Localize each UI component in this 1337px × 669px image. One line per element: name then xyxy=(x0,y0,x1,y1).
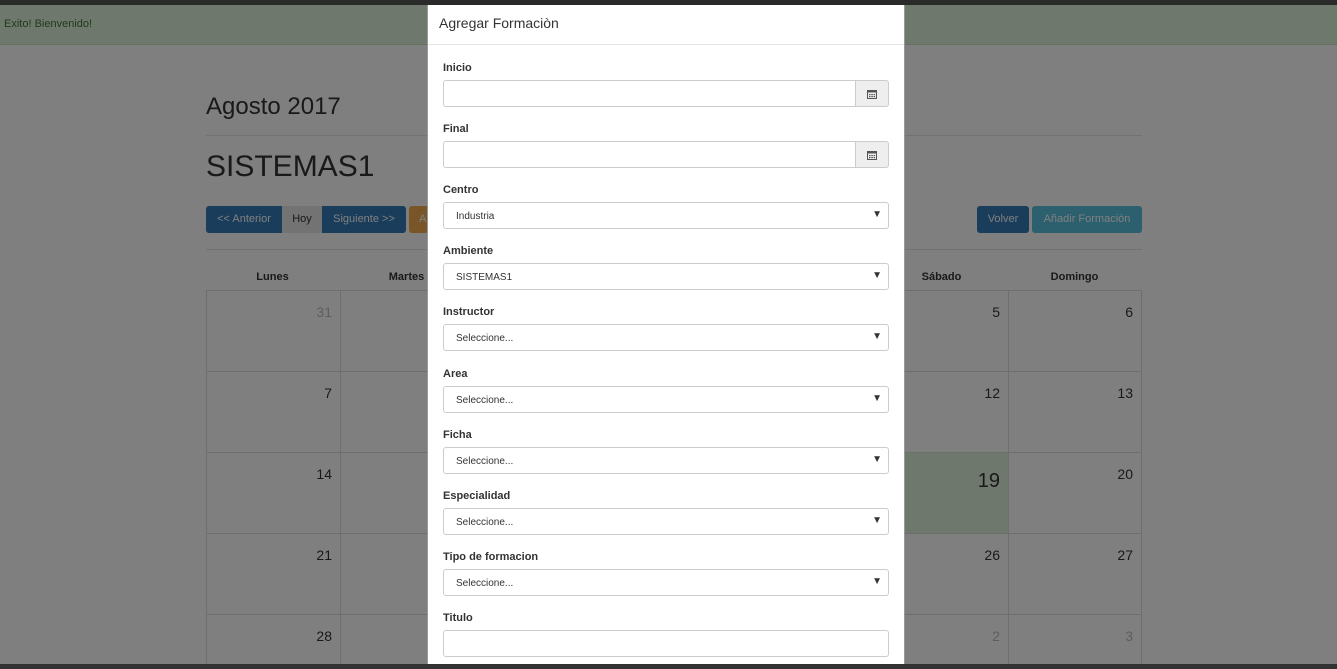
area-label: Area xyxy=(443,368,468,380)
calendar-icon xyxy=(867,151,877,160)
titulo-input[interactable] xyxy=(443,630,889,657)
modal-title: Agregar Formaciòn xyxy=(439,15,559,31)
instructor-label: Instructor xyxy=(443,306,495,318)
chevron-down-icon: ▼ xyxy=(872,393,882,404)
bottom-strip xyxy=(0,664,1337,669)
chevron-down-icon: ▼ xyxy=(872,270,882,281)
ficha-label: Ficha xyxy=(443,429,472,441)
final-label: Final xyxy=(443,123,469,135)
ficha-selected-value: Seleccione... xyxy=(456,456,514,467)
tipo-formacion-select[interactable]: Seleccione... ▼ xyxy=(443,569,889,596)
chevron-down-icon: ▼ xyxy=(872,209,882,220)
inicio-date-input[interactable] xyxy=(443,80,856,107)
inicio-label: Inicio xyxy=(443,62,472,74)
ambiente-selected-value: SISTEMAS1 xyxy=(456,272,513,283)
chevron-down-icon: ▼ xyxy=(872,515,882,526)
titulo-label: Titulo xyxy=(443,612,473,624)
tipo-formacion-label: Tipo de formacion xyxy=(443,551,539,563)
tipo-formacion-selected-value: Seleccione... xyxy=(456,578,514,589)
ambiente-label: Ambiente xyxy=(443,245,494,257)
final-date-input[interactable] xyxy=(443,141,856,168)
area-selected-value: Seleccione... xyxy=(456,395,514,406)
especialidad-label: Especialidad xyxy=(443,490,511,502)
ficha-select[interactable]: Seleccione... ▼ xyxy=(443,447,889,474)
area-select[interactable]: Seleccione... ▼ xyxy=(443,386,889,413)
ambiente-select[interactable]: SISTEMAS1 ▼ xyxy=(443,263,889,290)
especialidad-select[interactable]: Seleccione... ▼ xyxy=(443,508,889,535)
final-calendar-button[interactable] xyxy=(856,141,889,168)
modal-header: Agregar Formaciòn xyxy=(428,5,904,45)
instructor-selected-value: Seleccione... xyxy=(456,333,514,344)
add-training-modal: Agregar Formaciòn Inicio Final Centro In… xyxy=(427,5,905,669)
chevron-down-icon: ▼ xyxy=(872,331,882,342)
chevron-down-icon: ▼ xyxy=(872,576,882,587)
instructor-select[interactable]: Seleccione... ▼ xyxy=(443,324,889,351)
centro-select[interactable]: Industria ▼ xyxy=(443,202,889,229)
especialidad-selected-value: Seleccione... xyxy=(456,517,514,528)
chevron-down-icon: ▼ xyxy=(872,454,882,465)
calendar-icon xyxy=(867,90,877,99)
centro-selected-value: Industria xyxy=(456,211,495,222)
centro-label: Centro xyxy=(443,184,479,196)
inicio-calendar-button[interactable] xyxy=(856,80,889,107)
